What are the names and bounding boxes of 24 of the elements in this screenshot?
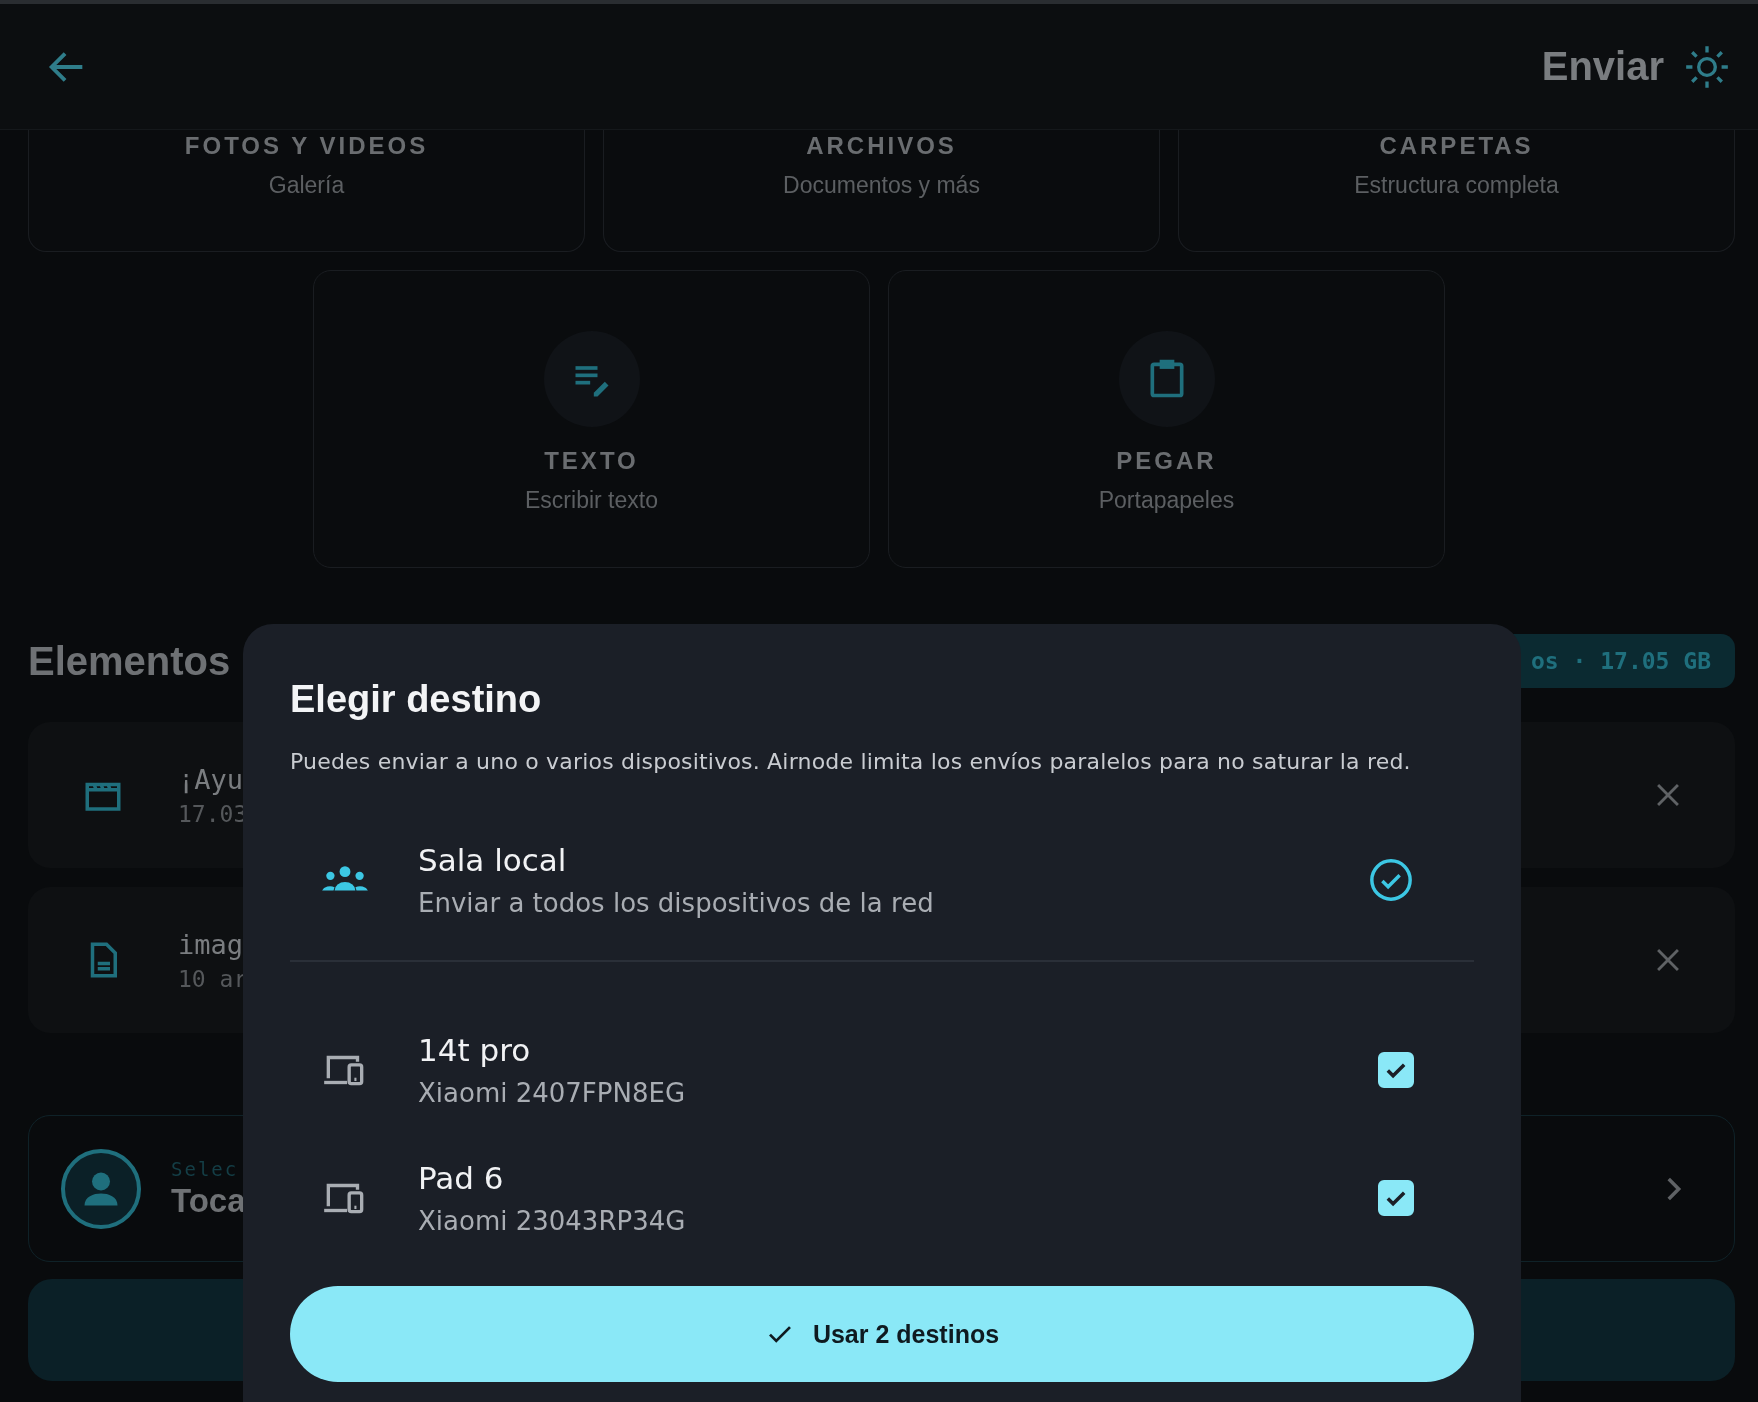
target-name: 14t pro xyxy=(418,1032,531,1068)
card-title: FOTOS Y VIDEOS xyxy=(184,132,429,160)
target-detail: Xiaomi 2407FPN8EG xyxy=(418,1078,686,1108)
section-heading: Elementos xyxy=(28,638,231,684)
target-detail: Xiaomi 23043RP34G xyxy=(418,1206,686,1236)
recipient-caption: Selec xyxy=(171,1157,239,1180)
dialog-title: Elegir destino xyxy=(290,678,543,721)
card-title: TEXTO xyxy=(544,447,639,475)
target-name: Pad 6 xyxy=(418,1160,504,1196)
card-subtitle: Documentos y más xyxy=(783,172,980,199)
card-title: CARPETAS xyxy=(1379,132,1534,160)
file-name: ¡Ayu xyxy=(178,763,244,795)
target-name: Sala local xyxy=(418,842,567,878)
page-title: Enviar xyxy=(1541,44,1664,89)
card-subtitle: Escribir texto xyxy=(525,487,658,514)
recipient-label: Toca xyxy=(171,1181,246,1220)
target-detail: Enviar a todos los dispositivos de la red xyxy=(418,888,934,918)
card-title: ARCHIVOS xyxy=(806,132,957,160)
dialog-description: Puedes enviar a uno o varios dispositivos. Airnode limita los envíos paralelos para no saturar la red. xyxy=(290,749,1412,774)
file-name: imag xyxy=(178,928,244,960)
card-subtitle: Galería xyxy=(268,172,345,199)
card-subtitle: Portapapeles xyxy=(1098,487,1235,514)
card-subtitle: Estructura completa xyxy=(1354,172,1559,199)
card-title: PEGAR xyxy=(1116,447,1217,475)
